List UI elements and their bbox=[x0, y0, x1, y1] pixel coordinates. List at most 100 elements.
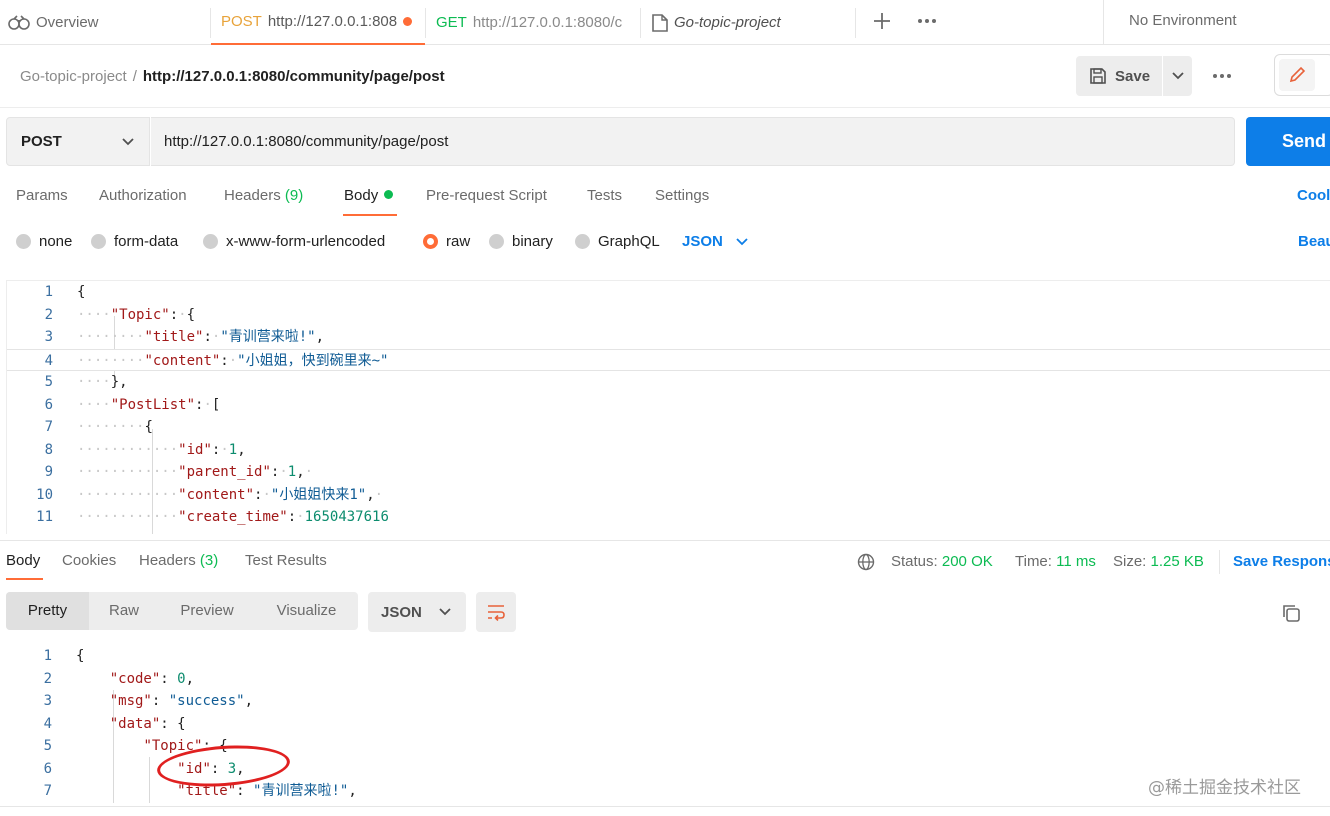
wrap-lines-button[interactable] bbox=[476, 592, 516, 632]
plus-icon[interactable] bbox=[870, 9, 894, 33]
globe-icon[interactable] bbox=[857, 553, 875, 571]
code-line: 6 ····"PostList":·[ bbox=[44, 396, 221, 413]
tab-tests[interactable]: Tests bbox=[587, 187, 622, 204]
code-line: 9 ············"parent_id":·1,· bbox=[44, 464, 314, 480]
breadcrumb: Go-topic-project / http://127.0.0.1:8080/c… bbox=[20, 68, 445, 85]
code-line: 7 ········{ bbox=[44, 419, 153, 435]
response-format-label: JSON bbox=[381, 603, 422, 621]
radio-label: GraphQL bbox=[598, 233, 660, 250]
tab-collection[interactable]: Go-topic-project bbox=[644, 0, 854, 45]
status-label: Status: bbox=[891, 553, 938, 570]
status-value: 200 OK bbox=[941, 553, 993, 570]
active-tab-underline bbox=[343, 214, 397, 216]
code-line: 4 "data": { bbox=[43, 715, 186, 732]
response-format-select[interactable]: JSON bbox=[368, 592, 466, 632]
chevron-down-icon bbox=[736, 237, 748, 245]
tab-settings[interactable]: Settings bbox=[655, 187, 709, 204]
edit-toggle[interactable] bbox=[1274, 54, 1330, 96]
breadcrumb-request[interactable]: http://127.0.0.1:8080/community/page/pos… bbox=[143, 68, 445, 85]
tab-params[interactable]: Params bbox=[16, 187, 68, 204]
save-response-button[interactable]: Save Respons bbox=[1233, 553, 1330, 570]
body-format-select[interactable]: JSON bbox=[682, 233, 749, 250]
radio-label: raw bbox=[446, 233, 471, 250]
tab-get-request[interactable]: GET http://127.0.0.1:8080/c bbox=[428, 0, 638, 45]
watermark: @稀土掘金技术社区 bbox=[1148, 778, 1301, 798]
time-readout: Time: 11 ms bbox=[1015, 553, 1096, 570]
code-line: 5 ····}, bbox=[44, 374, 128, 390]
status-bar-divider bbox=[0, 806, 1330, 807]
method-select[interactable]: POST bbox=[6, 117, 150, 166]
radio-label: form-data bbox=[114, 233, 179, 250]
time-label: Time: bbox=[1015, 553, 1052, 570]
tab-divider bbox=[640, 8, 641, 38]
response-view-selector: Pretty Raw Preview Visualize bbox=[6, 592, 358, 630]
send-button[interactable]: Send bbox=[1246, 117, 1330, 166]
radio-x-www-form-urlencoded[interactable]: x-www-form-urlencoded bbox=[203, 233, 385, 250]
tab-divider bbox=[425, 8, 426, 38]
tab-headers[interactable]: Headers (9) bbox=[224, 187, 303, 204]
radio-binary[interactable]: binary bbox=[489, 233, 553, 250]
view-preview[interactable]: Preview bbox=[159, 592, 255, 630]
chevron-down-icon bbox=[439, 608, 451, 616]
edit-button[interactable] bbox=[1279, 59, 1315, 91]
resp-tab-test-results[interactable]: Test Results bbox=[245, 552, 327, 569]
body-format-label: JSON bbox=[682, 233, 723, 250]
save-label: Save bbox=[1115, 67, 1151, 85]
unsaved-indicator bbox=[403, 17, 413, 26]
active-tab-underline bbox=[6, 578, 43, 580]
radio-label: binary bbox=[512, 233, 553, 250]
radio-form-data[interactable]: form-data bbox=[91, 233, 178, 250]
save-button[interactable]: Save bbox=[1076, 56, 1162, 96]
request-body-editor[interactable]: 1{ 2 ····"Topic":·{ 3 ········"title":·"青训… bbox=[6, 280, 1330, 534]
tab-authorization[interactable]: Authorization bbox=[99, 187, 187, 204]
breadcrumb-collection[interactable]: Go-topic-project bbox=[20, 68, 127, 85]
tab-divider bbox=[855, 8, 856, 38]
save-icon bbox=[1090, 68, 1106, 84]
body-indicator-dot bbox=[384, 190, 394, 199]
view-pretty[interactable]: Pretty bbox=[6, 592, 89, 630]
tab-body[interactable]: Body bbox=[344, 187, 394, 204]
view-raw[interactable]: Raw bbox=[89, 592, 159, 630]
view-visualize[interactable]: Visualize bbox=[255, 592, 358, 630]
resp-tab-cookies[interactable]: Cookies bbox=[62, 552, 116, 569]
wrap-lines-icon bbox=[488, 605, 505, 621]
chevron-down-icon bbox=[1171, 72, 1184, 80]
radio-circle bbox=[575, 234, 590, 249]
breadcrumb-separator: / bbox=[132, 68, 137, 85]
more-icon[interactable] bbox=[1210, 64, 1234, 88]
radio-none[interactable]: none bbox=[16, 233, 72, 250]
tab-method: GET bbox=[436, 14, 467, 31]
save-dropdown-button[interactable] bbox=[1163, 56, 1192, 96]
tab-url: http://127.0.0.1:808 bbox=[267, 13, 398, 30]
radio-raw[interactable]: raw bbox=[423, 233, 470, 250]
radio-circle bbox=[16, 234, 31, 249]
code-line-active: 4 ········"content":·"小姐姐，快到碗里来~" bbox=[7, 348, 1330, 371]
resp-tab-body[interactable]: Body bbox=[6, 552, 40, 569]
overview-icon bbox=[8, 14, 30, 30]
radio-graphql[interactable]: GraphQL bbox=[575, 233, 660, 250]
size-value: 1.25 KB bbox=[1150, 553, 1204, 570]
pane-divider[interactable] bbox=[0, 540, 1330, 541]
more-icon[interactable] bbox=[915, 9, 939, 33]
code-line: 1{ bbox=[44, 284, 86, 300]
method-label: POST bbox=[21, 133, 62, 150]
code-line: 3 "msg": "success", bbox=[43, 693, 254, 709]
copy-icon[interactable] bbox=[1280, 602, 1302, 624]
code-line: 10 ············"content":·"小姐姐快来1",· bbox=[36, 486, 384, 503]
beautify-link[interactable]: Beau bbox=[1298, 233, 1330, 250]
tab-label: Headers bbox=[139, 552, 196, 569]
cookies-link[interactable]: Cool bbox=[1297, 187, 1330, 204]
tab-count: (3) bbox=[199, 552, 219, 569]
size-label: Size: bbox=[1113, 553, 1147, 570]
tab-overview[interactable]: Overview bbox=[0, 0, 210, 45]
url-input[interactable] bbox=[151, 117, 1235, 166]
code-line: 2 ····"Topic":·{ bbox=[44, 306, 196, 323]
resp-tab-headers[interactable]: Headers (3) bbox=[139, 552, 218, 569]
tab-post-request[interactable]: POST http://127.0.0.1:808 bbox=[211, 0, 425, 45]
radio-circle bbox=[489, 234, 504, 249]
code-line: 2 "code": 0, bbox=[43, 670, 195, 687]
environment-selector[interactable]: No Environment bbox=[1103, 0, 1330, 45]
status-readout: Status: 200 OK bbox=[891, 553, 993, 570]
tab-pre-request-script[interactable]: Pre-request Script bbox=[426, 187, 547, 204]
code-line: 3 ········"title":·"青训营来啦!", bbox=[44, 329, 325, 345]
